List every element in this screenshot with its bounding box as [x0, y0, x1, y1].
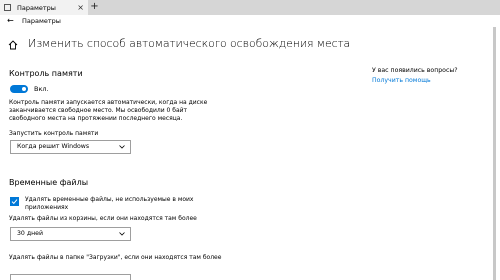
app-icon — [4, 4, 11, 11]
toggle-knob — [22, 87, 26, 91]
home-icon[interactable] — [8, 40, 18, 50]
check-label-line: приложениях — [25, 204, 69, 211]
downloads-label: Удалять файлы в папке "Загрузки", если о… — [9, 254, 222, 261]
window-titlebar: ← Параметры — [0, 15, 500, 27]
close-icon[interactable]: × — [77, 1, 84, 14]
description-line: свободного места на протяжении последнег… — [9, 115, 183, 122]
select-value: Когда решит Windows — [17, 143, 90, 150]
recycle-bin-select[interactable]: 30 дней — [10, 227, 131, 241]
storage-sense-toggle[interactable] — [10, 85, 28, 93]
description-line: Контроль памяти запускается автоматическ… — [9, 99, 208, 106]
delete-temp-files-checkbox[interactable] — [10, 197, 19, 206]
scrollbar[interactable] — [493, 27, 496, 280]
downloads-select[interactable] — [10, 274, 131, 280]
tab-settings[interactable]: Параметры × — [0, 0, 88, 15]
tab-title: Параметры — [17, 3, 56, 12]
new-tab-button[interactable]: + — [89, 0, 100, 15]
chevron-down-icon — [119, 232, 125, 236]
storage-sense-description: Контроль памяти запускается автоматическ… — [9, 99, 309, 123]
checkmark-icon — [11, 199, 18, 205]
toggle-label: Вкл. — [34, 85, 49, 93]
recycle-bin-label: Удалять файлы из корзины, если они наход… — [9, 215, 197, 222]
description-line: заканчивается свободное место. Мы освобо… — [9, 107, 188, 114]
run-storage-sense-label: Запустить контроль памяти — [9, 130, 99, 137]
back-arrow-icon[interactable]: ← — [7, 15, 14, 27]
window-title: Параметры — [22, 17, 61, 25]
select-value: 30 дней — [17, 230, 43, 237]
check-label-line: Удалять временные файлы, не используемые… — [25, 196, 194, 203]
delete-temp-files-label: Удалять временные файлы, не используемые… — [25, 196, 193, 212]
section-heading-temp-files: Временные файлы — [9, 178, 89, 187]
get-help-link[interactable]: Получить помощь — [372, 77, 431, 84]
help-question: У вас появились вопросы? — [372, 67, 458, 74]
run-storage-sense-select[interactable]: Когда решит Windows — [10, 140, 131, 154]
chevron-down-icon — [119, 145, 125, 149]
page-title: Изменить способ автоматического освобожд… — [28, 37, 351, 50]
browser-tabbar: Параметры × + — [0, 0, 500, 15]
section-heading-storage-sense: Контроль памяти — [9, 69, 83, 78]
